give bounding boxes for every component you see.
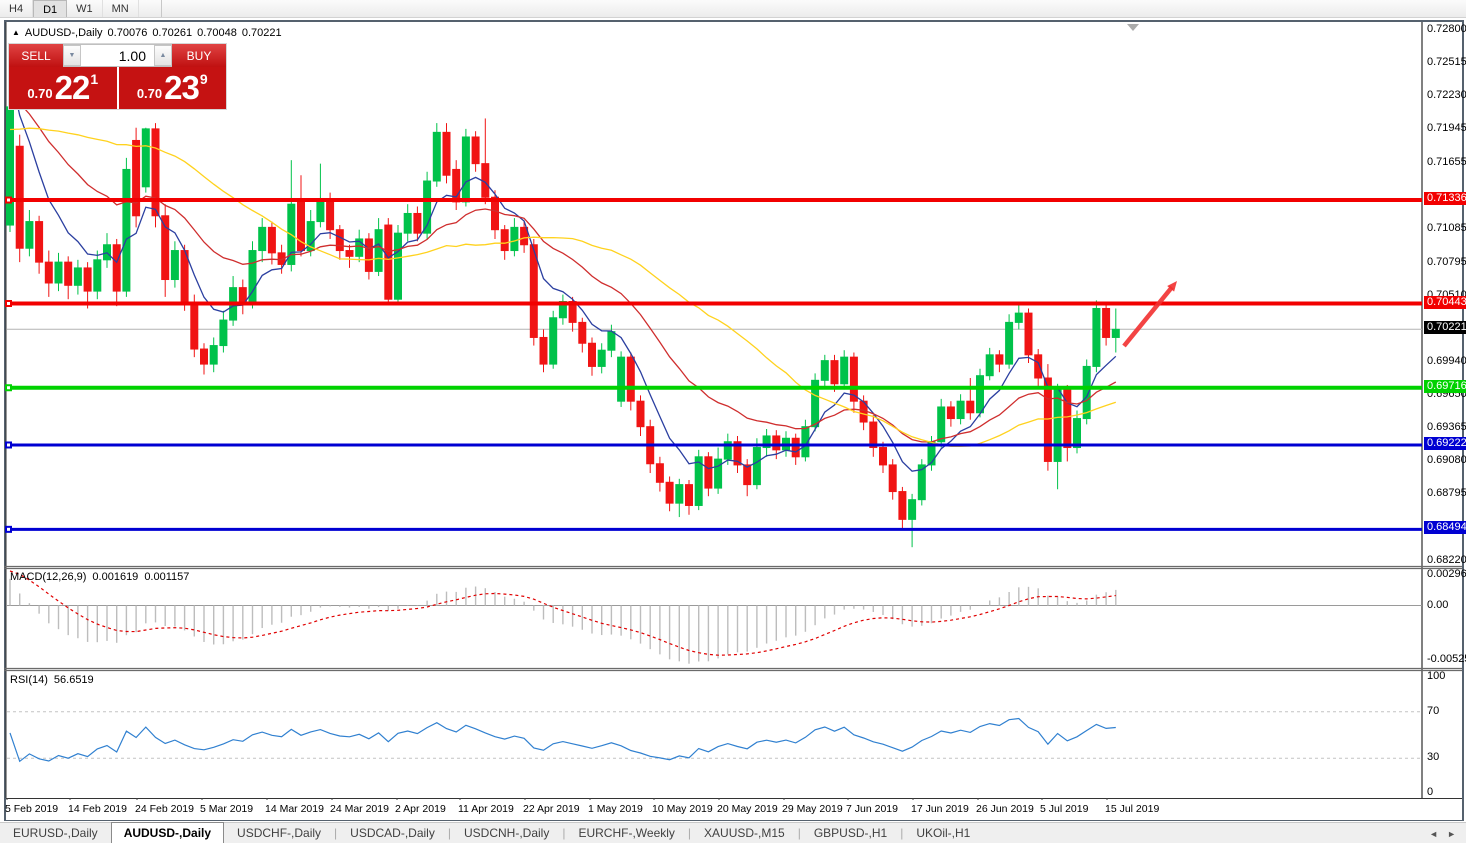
- price-chart-canvas[interactable]: [0, 0, 1466, 843]
- macd-main-value: 0.001619: [92, 571, 138, 583]
- rsi-indicator-label: RSI(14) 56.6519: [10, 674, 94, 686]
- ohlc-close: 0.70221: [242, 27, 282, 39]
- chart-title: ▲ AUDUSD-,Daily 0.70076 0.70261 0.70048 …: [12, 26, 282, 40]
- sell-price-prefix: 0.70: [27, 86, 52, 101]
- date-tick-label: 29 May 2019: [782, 803, 843, 815]
- date-tick-label: 10 May 2019: [652, 803, 713, 815]
- date-tick-label: 26 Jun 2019: [976, 803, 1034, 815]
- date-tick-label: 1 May 2019: [588, 803, 643, 815]
- buy-price-prefix: 0.70: [137, 86, 162, 101]
- volume-box: ▼ ▲: [63, 44, 172, 67]
- sell-price-main: 22: [55, 69, 90, 107]
- buy-price-panel[interactable]: 0.70 23 9: [119, 67, 227, 109]
- chart-tab-audusd-daily[interactable]: AUDUSD-,Daily: [111, 822, 224, 843]
- chart-tab-bar: EURUSD-,DailyAUDUSD-,DailyUSDCHF-,Daily|…: [0, 822, 1466, 843]
- volume-decrease-icon[interactable]: ▼: [63, 45, 81, 66]
- date-tick-label: 2 Apr 2019: [395, 803, 446, 815]
- chart-tab-xauusd-m15[interactable]: XAUUSD-,M15: [691, 823, 798, 843]
- buy-price-main: 23: [164, 69, 199, 107]
- chart-tab-usdcad-daily[interactable]: USDCAD-,Daily: [337, 823, 448, 843]
- ohlc-open: 0.70076: [108, 27, 148, 39]
- sell-price-pip: 1: [90, 71, 98, 87]
- mt4-application: H4D1W1MN ▲ AUDUSD-,Daily 0.70076 0.70261…: [0, 0, 1466, 843]
- date-tick-label: 17 Jun 2019: [911, 803, 969, 815]
- volume-input[interactable]: [81, 45, 154, 66]
- chart-tab-eurusd-daily[interactable]: EURUSD-,Daily: [0, 823, 111, 843]
- chart-tab-usdchf-daily[interactable]: USDCHF-,Daily: [224, 823, 334, 843]
- date-tick-label: 20 May 2019: [717, 803, 778, 815]
- volume-increase-icon[interactable]: ▲: [154, 45, 172, 66]
- macd-indicator-label: MACD(12,26,9) 0.001619 0.001157: [10, 571, 189, 583]
- ohlc-high: 0.70261: [152, 27, 192, 39]
- chart-tab-usdcnh-daily[interactable]: USDCNH-,Daily: [451, 823, 562, 843]
- one-click-trading-panel: SELL ▼ ▲ BUY 0.70 22 1 0.70 23 9: [8, 43, 227, 110]
- date-axis: 5 Feb 2019 14 Feb 2019 24 Feb 2019 5 Mar 20…: [6, 800, 1422, 818]
- date-tick-label: 24 Mar 2019: [330, 803, 389, 815]
- chart-symbol-label: AUDUSD-,Daily: [25, 27, 103, 39]
- chart-tab-gbpusd-h1[interactable]: GBPUSD-,H1: [801, 823, 900, 843]
- buy-button[interactable]: BUY: [172, 44, 226, 67]
- sell-price-panel[interactable]: 0.70 22 1: [9, 67, 117, 109]
- date-tick-label: 15 Jul 2019: [1105, 803, 1159, 815]
- date-tick-label: 14 Mar 2019: [265, 803, 324, 815]
- date-tick-label: 24 Feb 2019: [135, 803, 194, 815]
- ohlc-low: 0.70048: [197, 27, 237, 39]
- macd-name: MACD(12,26,9): [10, 571, 86, 583]
- date-tick-label: 5 Feb 2019: [5, 803, 58, 815]
- date-tick-label: 14 Feb 2019: [68, 803, 127, 815]
- date-tick-label: 7 Jun 2019: [846, 803, 898, 815]
- one-click-collapse-icon[interactable]: ▲: [12, 28, 20, 37]
- date-tick-label: 11 Apr 2019: [458, 803, 514, 815]
- rsi-value: 56.6519: [54, 674, 94, 686]
- chart-tab-eurchf-weekly[interactable]: EURCHF-,Weekly: [565, 823, 687, 843]
- date-tick-label: 5 Jul 2019: [1040, 803, 1088, 815]
- chart-tab-ukoil-h1[interactable]: UKOil-,H1: [903, 823, 983, 843]
- sell-button[interactable]: SELL: [9, 44, 63, 67]
- tab-scroll-right-icon[interactable]: ►: [1447, 829, 1456, 839]
- buy-price-pip: 9: [200, 71, 208, 87]
- macd-signal-value: 0.001157: [144, 571, 189, 583]
- date-tick-label: 5 Mar 2019: [200, 803, 253, 815]
- date-tick-label: 22 Apr 2019: [523, 803, 580, 815]
- rsi-name: RSI(14): [10, 674, 48, 686]
- tab-scroll-left-icon[interactable]: ◄: [1429, 829, 1438, 839]
